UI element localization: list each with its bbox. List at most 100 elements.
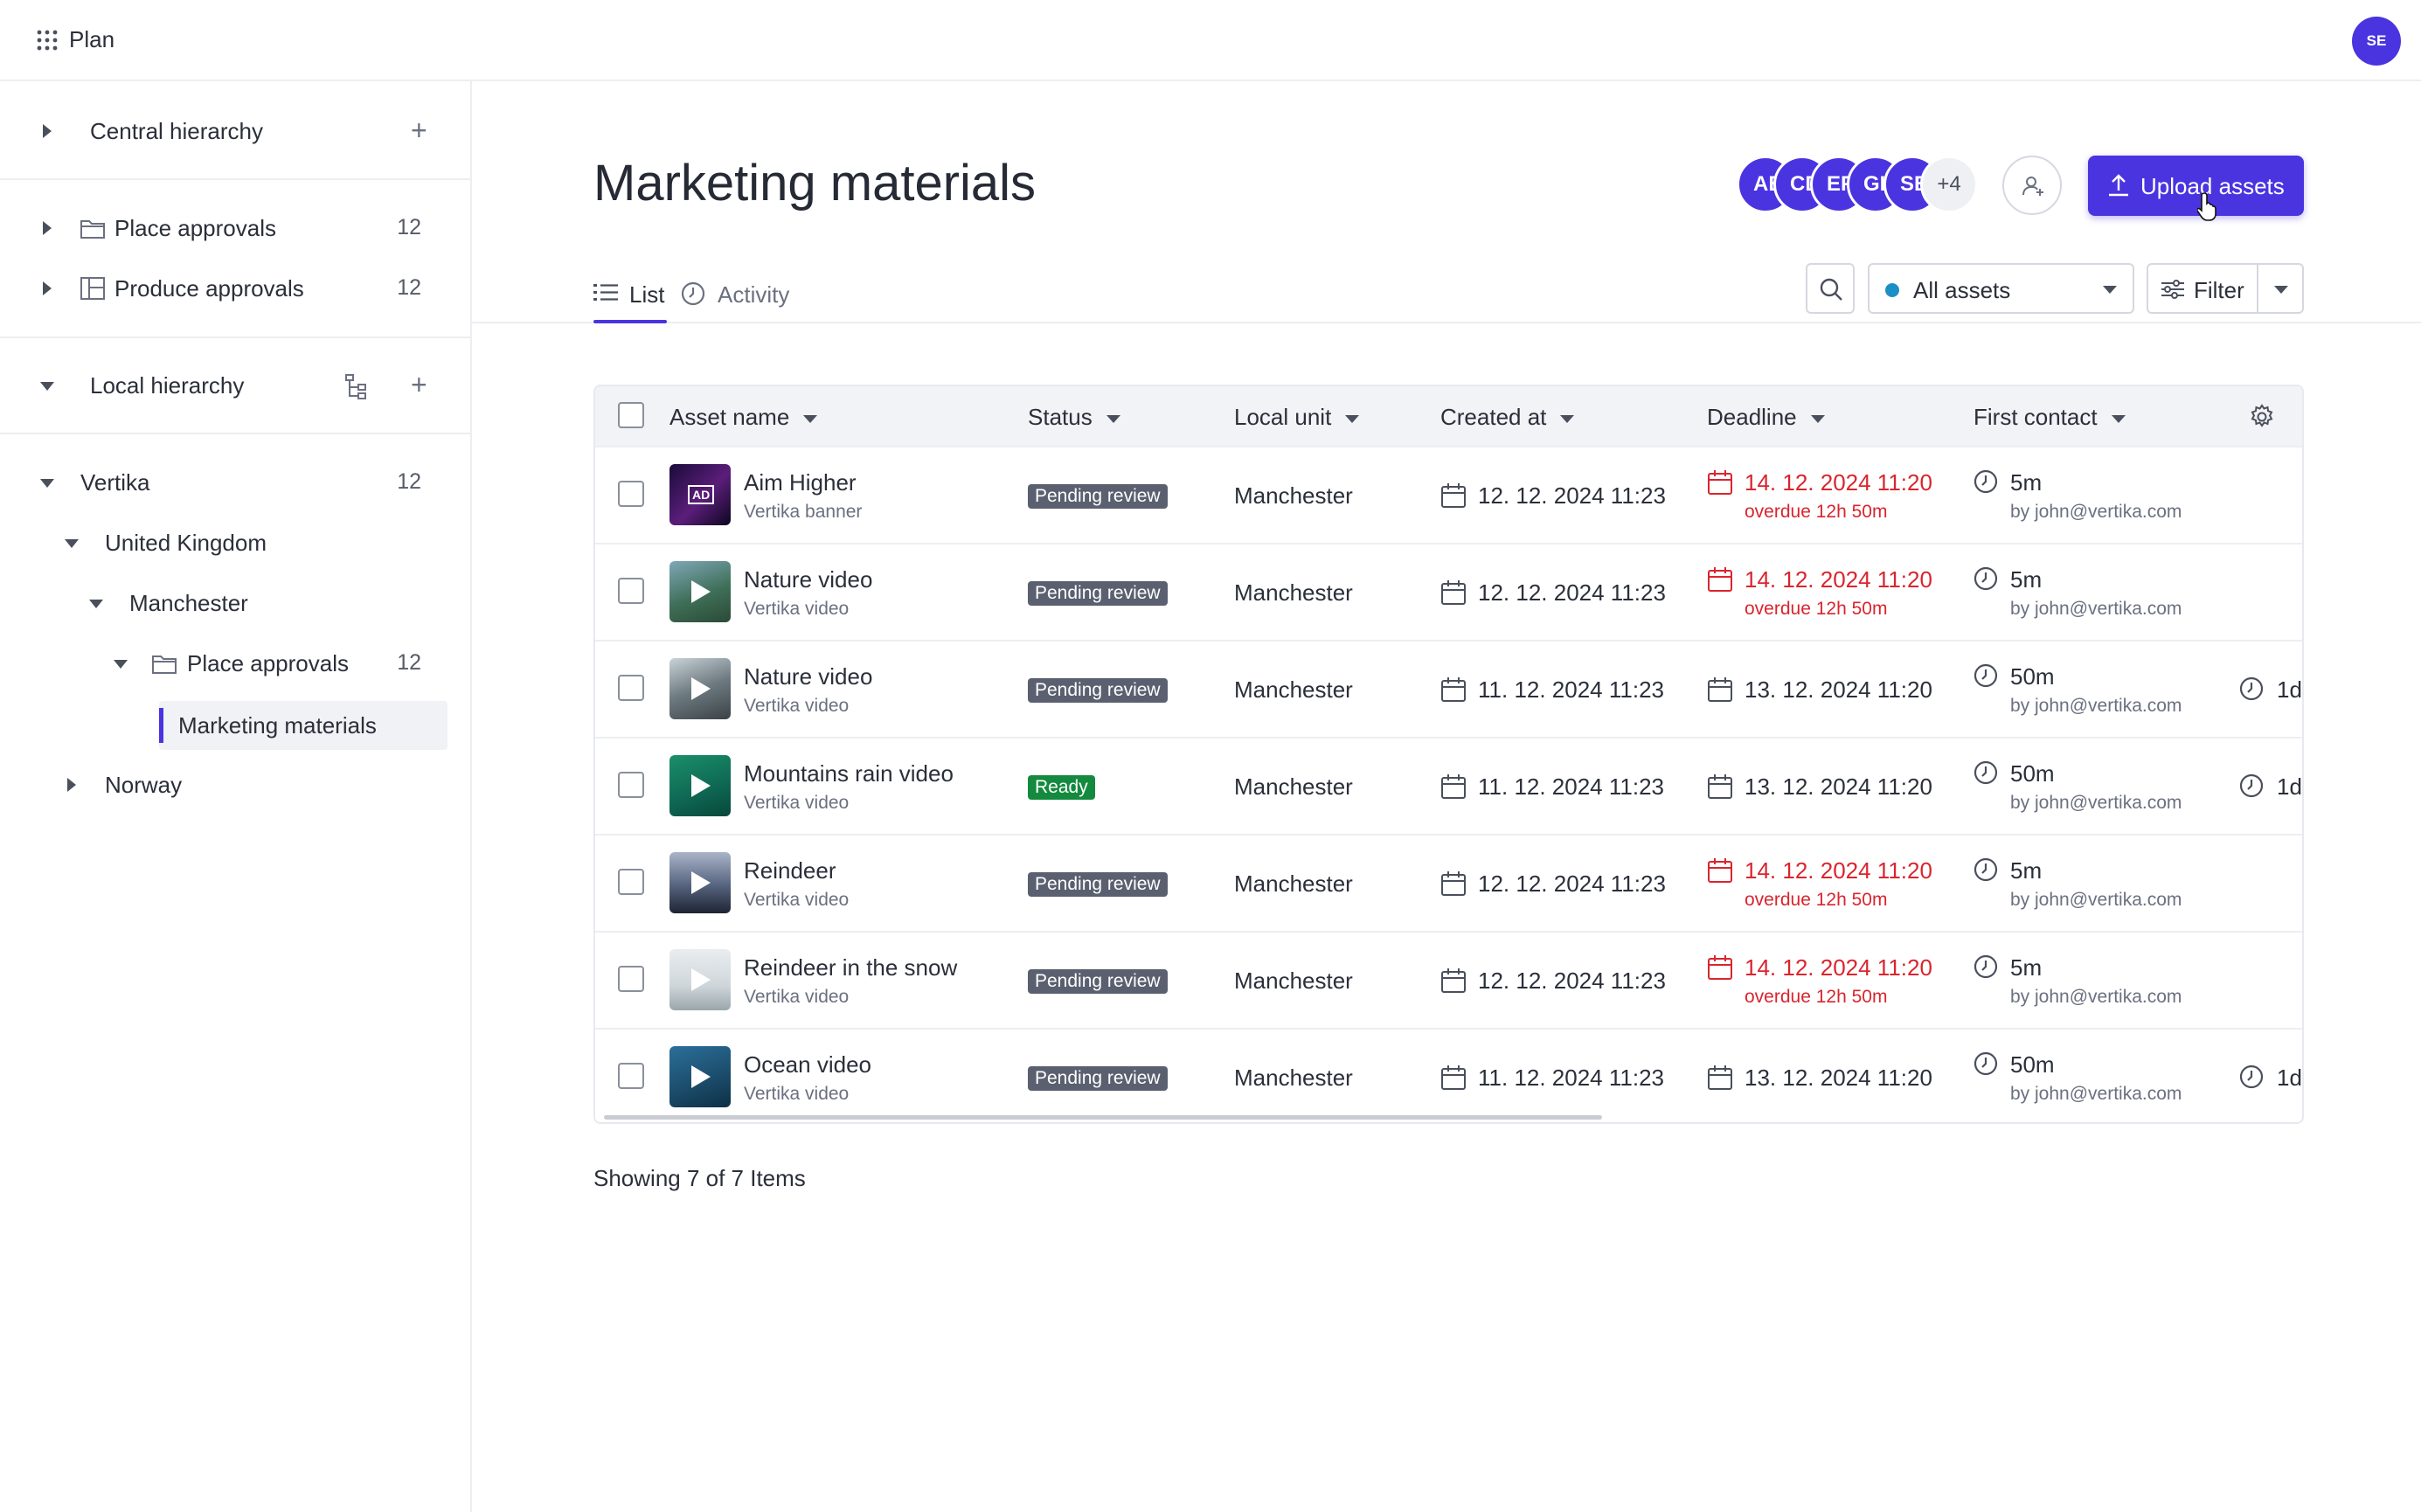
more-collaborators-badge[interactable]: +4	[1920, 156, 1978, 213]
user-avatar[interactable]: SE	[2352, 17, 2401, 66]
status-badge: Pending review	[1028, 581, 1168, 606]
expand-caret-icon[interactable]	[43, 281, 52, 295]
sort-caret-icon	[803, 414, 818, 423]
upload-assets-button[interactable]: Upload assets	[2088, 156, 2304, 216]
asset-name[interactable]: Ocean video	[744, 1051, 871, 1079]
row-checkbox[interactable]	[618, 481, 644, 507]
asset-thumbnail[interactable]	[669, 755, 731, 816]
sidebar-item-place-approvals[interactable]: Place approvals 12	[0, 202, 470, 254]
asset-thumbnail[interactable]: AD	[669, 464, 731, 525]
sidebar-local-hierarchy[interactable]: Local hierarchy +	[0, 359, 470, 412]
row-checkbox[interactable]	[618, 675, 644, 701]
clock-icon	[2239, 1065, 2264, 1089]
table-row[interactable]: Ocean video Vertika video Pending review…	[595, 1028, 2302, 1122]
sort-caret-icon	[1345, 414, 1360, 423]
column-header-first-contact[interactable]: First contact	[1974, 404, 2126, 431]
asset-name[interactable]: Reindeer	[744, 857, 836, 884]
sidebar-central-hierarchy[interactable]: Central hierarchy +	[0, 105, 470, 157]
item-count: 12	[397, 650, 421, 675]
collapse-caret-icon[interactable]	[114, 660, 128, 669]
expand-caret-icon[interactable]	[67, 778, 76, 792]
table-row[interactable]: AD Aim Higher Vertika banner Pending rev…	[595, 446, 2302, 543]
asset-thumbnail[interactable]	[669, 949, 731, 1010]
column-header-asset-name[interactable]: Asset name	[669, 404, 818, 431]
asset-thumbnail[interactable]	[669, 1046, 731, 1107]
row-checkbox[interactable]	[618, 1063, 644, 1089]
horizontal-scrollbar[interactable]	[604, 1115, 1602, 1120]
collaborator-avatars[interactable]: AE CD EF GH SE +4	[1737, 156, 1981, 215]
calendar-icon	[1708, 955, 1732, 980]
search-icon	[1820, 278, 1842, 301]
tab-activity[interactable]: Activity	[681, 278, 803, 322]
column-header-created-at[interactable]: Created at	[1440, 404, 1575, 431]
asset-name[interactable]: Aim Higher	[744, 469, 857, 496]
asset-name[interactable]: Nature video	[744, 566, 872, 593]
row-checkbox[interactable]	[618, 869, 644, 895]
tree-item-united-kingdom[interactable]: United Kingdom	[0, 517, 470, 569]
apps-grid-icon[interactable]	[37, 30, 58, 51]
first-contact-time: 50m	[2010, 760, 2055, 787]
table-row[interactable]: Reindeer in the snow Vertika video Pendi…	[595, 931, 2302, 1028]
table-header: Asset name Status Local unit Created at …	[595, 386, 2302, 446]
status-badge: Pending review	[1028, 1066, 1168, 1091]
collapse-caret-icon[interactable]	[40, 382, 54, 391]
calendar-icon	[1708, 858, 1732, 883]
app-name[interactable]: Plan	[69, 26, 114, 53]
row-checkbox[interactable]	[618, 966, 644, 992]
tree-item-label: Norway	[105, 772, 183, 798]
search-button[interactable]	[1806, 263, 1855, 314]
column-header-local-unit[interactable]: Local unit	[1234, 404, 1360, 431]
tree-item-vertika[interactable]: Vertika 12	[0, 456, 470, 509]
asset-name[interactable]: Nature video	[744, 663, 872, 690]
row-checkbox[interactable]	[618, 772, 644, 798]
table-row[interactable]: Nature video Vertika video Pending revie…	[595, 543, 2302, 640]
status-badge: Pending review	[1028, 872, 1168, 897]
assets-scope-select[interactable]: All assets	[1868, 263, 2134, 314]
expand-caret-icon[interactable]	[43, 221, 52, 235]
deadline: 13. 12. 2024 11:20	[1745, 773, 1932, 800]
sort-caret-icon	[1106, 414, 1120, 423]
calendar-icon	[1441, 774, 1466, 799]
collapse-caret-icon[interactable]	[65, 539, 79, 548]
calendar-icon	[1708, 567, 1732, 592]
divider	[2257, 265, 2258, 312]
tree-item-label: Vertika	[80, 469, 150, 496]
tree-item-place-approvals[interactable]: Place approvals 12	[0, 637, 470, 690]
table-row[interactable]: Nature video Vertika video Pending revie…	[595, 640, 2302, 737]
collapse-caret-icon[interactable]	[40, 479, 54, 488]
asset-thumbnail[interactable]	[669, 561, 731, 622]
tree-item-norway[interactable]: Norway	[0, 759, 470, 811]
row-checkbox[interactable]	[618, 578, 644, 604]
select-all-checkbox[interactable]	[618, 402, 644, 428]
local-unit: Manchester	[1234, 1065, 1353, 1091]
add-user-button[interactable]	[2002, 156, 2062, 215]
asset-thumbnail[interactable]	[669, 852, 731, 913]
hierarchy-icon[interactable]	[343, 373, 368, 399]
expand-caret-icon[interactable]	[43, 124, 52, 138]
sidebar-item-produce-approvals[interactable]: Produce approvals 12	[0, 262, 470, 315]
column-header-status[interactable]: Status	[1028, 404, 1120, 431]
asset-name[interactable]: Reindeer in the snow	[744, 954, 957, 981]
filter-dropdown-chevron-icon[interactable]	[2274, 286, 2288, 294]
collapse-caret-icon[interactable]	[89, 600, 103, 608]
assets-table: Asset name Status Local unit Created at …	[593, 385, 2304, 1124]
table-row[interactable]: Mountains rain video Vertika video Ready…	[595, 737, 2302, 834]
table-settings-gear-icon[interactable]	[2249, 404, 2275, 430]
filter-button[interactable]: Filter	[2147, 263, 2304, 314]
tree-item-manchester[interactable]: Manchester	[0, 577, 470, 629]
extra-duration: 1d	[2277, 676, 2302, 703]
add-icon[interactable]: +	[411, 116, 427, 144]
table-row[interactable]: Reindeer Vertika video Pending review Ma…	[595, 834, 2302, 931]
asset-name[interactable]: Mountains rain video	[744, 760, 954, 787]
asset-thumbnail[interactable]	[669, 658, 731, 719]
column-header-deadline[interactable]: Deadline	[1707, 404, 1825, 431]
tree-item-marketing-materials[interactable]: Marketing materials	[159, 701, 447, 750]
tree-item-label: Place approvals	[187, 650, 349, 676]
item-count: 12	[397, 469, 421, 494]
clock-icon	[1974, 954, 1998, 979]
folder-icon	[80, 220, 105, 239]
first-contact-time: 50m	[2010, 1051, 2055, 1078]
local-unit: Manchester	[1234, 968, 1353, 994]
tab-list[interactable]: List	[593, 278, 669, 322]
add-icon[interactable]: +	[411, 371, 427, 399]
